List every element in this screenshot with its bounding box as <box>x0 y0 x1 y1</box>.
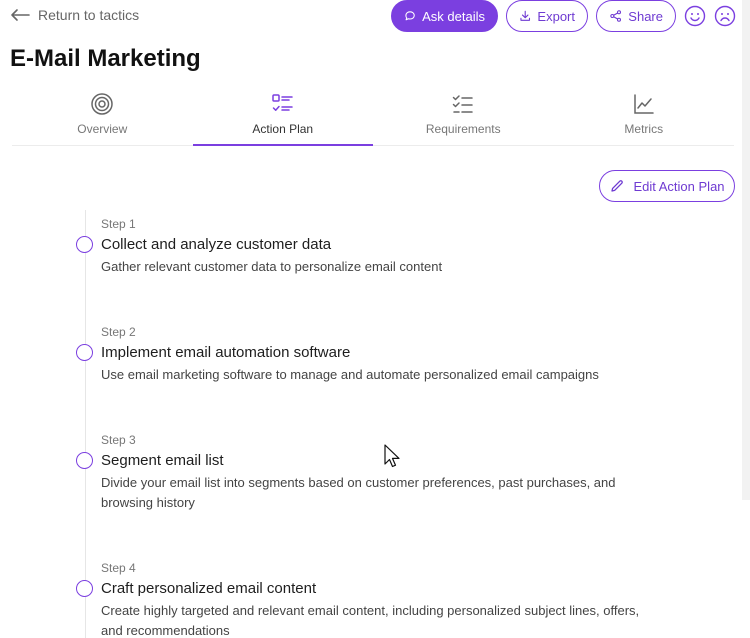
step-item-2: Step 2 Implement email automation softwa… <box>76 325 676 385</box>
smile-feedback-button[interactable] <box>684 5 706 27</box>
step-item-3: Step 3 Segment email list Divide your em… <box>76 433 676 513</box>
tab-metrics[interactable]: Metrics <box>554 92 735 145</box>
top-bar: Return to tactics Ask details Export Sha… <box>0 0 750 34</box>
step-number: Step 1 <box>101 217 136 231</box>
step-item-4: Step 4 Craft personalized email content … <box>76 561 676 638</box>
step-number: Step 2 <box>101 325 136 339</box>
export-button[interactable]: Export <box>506 0 588 32</box>
tab-action-plan-label: Action Plan <box>252 122 314 136</box>
step-description: Divide your email list into segments bas… <box>101 475 616 510</box>
ask-details-label: Ask details <box>422 8 485 24</box>
header-actions: Ask details Export Share <box>391 0 736 32</box>
arrow-left-icon <box>11 9 30 21</box>
step-number: Step 4 <box>101 561 136 575</box>
step-description: Use email marketing software to manage a… <box>101 367 599 382</box>
tab-requirements-label: Requirements <box>425 122 501 136</box>
frown-feedback-button[interactable] <box>714 5 736 27</box>
pencil-icon <box>611 180 624 192</box>
target-icon <box>91 93 113 115</box>
return-link[interactable]: Return to tactics <box>10 7 139 23</box>
mouse-cursor-icon <box>384 444 400 468</box>
checklist-icon <box>272 94 293 111</box>
share-button[interactable]: Share <box>596 0 676 32</box>
step-title: Segment email list <box>101 452 224 469</box>
return-label: Return to tactics <box>38 7 140 23</box>
step-title: Implement email automation software <box>101 344 351 361</box>
step-description: Create highly targeted and relevant emai… <box>101 603 640 638</box>
export-label: Export <box>537 8 575 24</box>
edit-action-plan-button[interactable]: Edit Action Plan <box>599 170 735 202</box>
tab-metrics-label: Metrics <box>624 122 664 136</box>
tab-requirements[interactable]: Requirements <box>373 92 554 145</box>
step-title: Craft personalized email content <box>101 580 317 597</box>
ask-details-button[interactable]: Ask details <box>391 0 498 32</box>
smile-icon <box>684 5 706 27</box>
page-title: E-Mail Marketing <box>10 45 201 72</box>
frown-icon <box>714 5 736 27</box>
chat-icon <box>405 11 415 21</box>
step-status-circle[interactable] <box>76 236 93 253</box>
chart-icon <box>634 94 654 114</box>
step-title: Collect and analyze customer data <box>101 236 332 253</box>
share-icon <box>610 10 622 22</box>
step-status-circle[interactable] <box>76 580 93 597</box>
requirements-icon <box>453 95 473 113</box>
step-status-circle[interactable] <box>76 344 93 361</box>
share-label: Share <box>628 8 663 24</box>
edit-action-plan-label: Edit Action Plan <box>633 178 725 194</box>
tab-overview[interactable]: Overview <box>12 92 193 145</box>
step-status-circle[interactable] <box>76 452 93 469</box>
tab-action-plan[interactable]: Action Plan <box>192 92 374 146</box>
step-item-1: Step 1 Collect and analyze customer data… <box>76 217 676 277</box>
download-icon <box>520 10 531 21</box>
tab-bar: Overview Action Plan Requirements Metric… <box>12 92 734 146</box>
tab-overview-label: Overview <box>77 122 128 136</box>
scrollbar[interactable] <box>742 0 750 500</box>
step-description: Gather relevant customer data to persona… <box>101 259 443 274</box>
